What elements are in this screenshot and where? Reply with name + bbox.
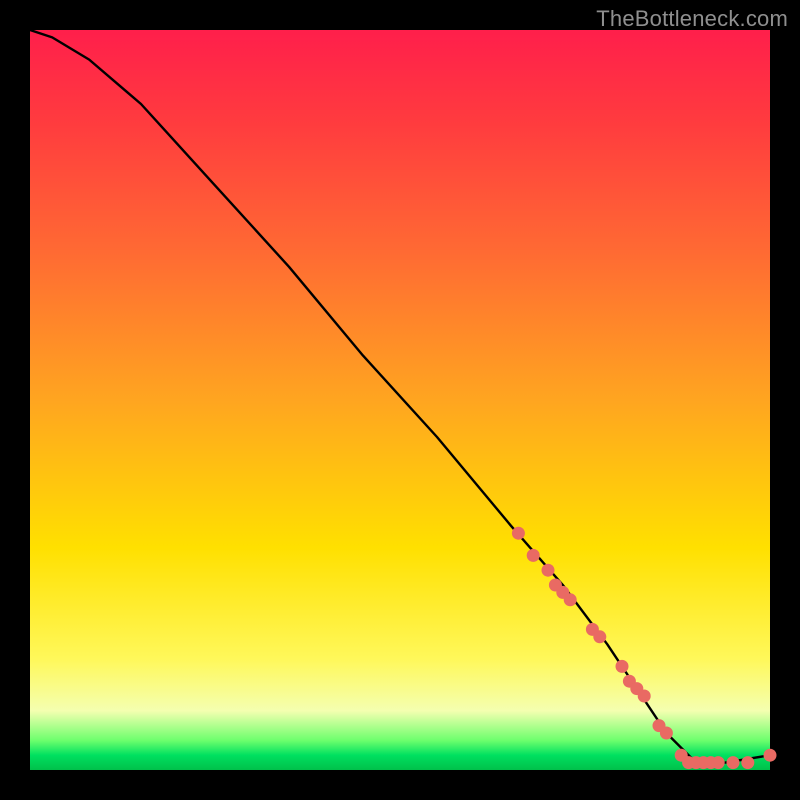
marker-dot <box>593 630 606 643</box>
marker-dot <box>764 749 777 762</box>
marker-dot <box>542 564 555 577</box>
marker-dot <box>512 527 525 540</box>
marker-dot <box>527 549 540 562</box>
marker-dot <box>660 727 673 740</box>
chart-svg <box>30 30 770 770</box>
marker-dot <box>712 756 725 769</box>
marker-dot <box>564 593 577 606</box>
marker-dot <box>638 690 651 703</box>
plot-area <box>30 30 770 770</box>
main-curve <box>30 30 770 763</box>
marker-dot <box>727 756 740 769</box>
source-watermark: TheBottleneck.com <box>596 6 788 32</box>
marker-group <box>512 527 777 769</box>
marker-dot <box>741 756 754 769</box>
marker-dot <box>616 660 629 673</box>
chart-stage: TheBottleneck.com <box>0 0 800 800</box>
